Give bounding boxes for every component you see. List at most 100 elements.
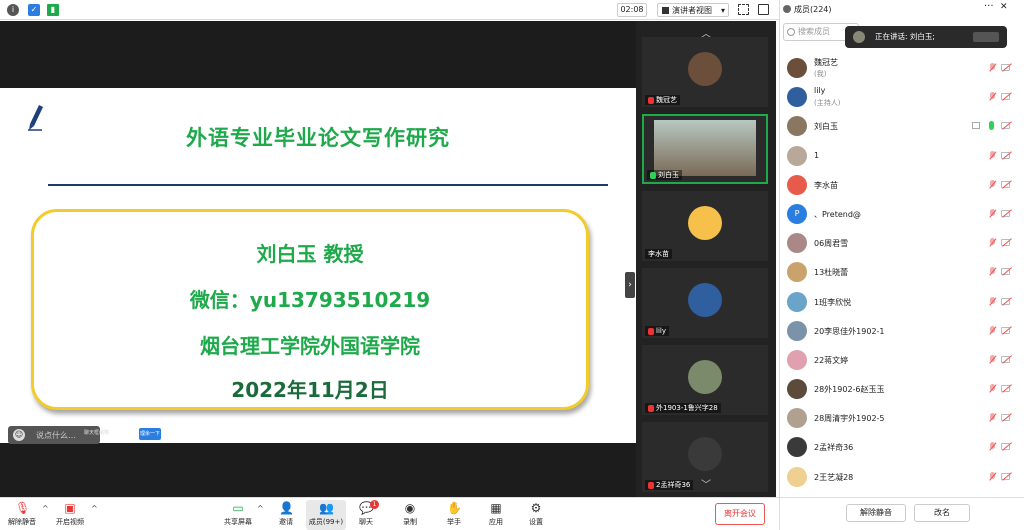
member-row[interactable]: 1 xyxy=(780,142,1024,171)
chat-badge: 1 xyxy=(370,500,379,509)
member-name: 、Pretend@ xyxy=(814,209,861,219)
member-name: lily xyxy=(814,86,826,96)
avatar xyxy=(787,262,807,283)
mic-muted-icon xyxy=(988,179,997,191)
signal-icon[interactable]: ▮ xyxy=(47,4,59,16)
mic-muted-icon xyxy=(988,150,997,162)
bottom-toolbar: 🎙 解除静音 ^ ▣ 开启视频 ^ ▭ 共享屏幕 ^ 👤 邀请 👥 成员(99+… xyxy=(0,497,779,530)
member-row[interactable]: P 、Pretend@ xyxy=(780,200,1024,229)
camera-off-icon xyxy=(1001,472,1010,480)
mic-muted-icon xyxy=(988,208,997,220)
member-row[interactable]: 06周君雪 xyxy=(780,229,1024,258)
share-screen-button[interactable]: ▭ 共享屏幕 xyxy=(218,500,258,530)
record-icon: ◉ xyxy=(404,501,416,515)
start-video-button[interactable]: ▣ 开启视频 xyxy=(50,500,90,530)
screen-share-icon xyxy=(972,122,980,130)
member-role: (主持人) xyxy=(814,99,841,108)
leave-meeting-button[interactable]: 离开会议 xyxy=(715,503,765,525)
rename-button[interactable]: 改名 xyxy=(914,504,970,522)
members-icon: 👥 xyxy=(319,501,334,515)
video-tile[interactable]: lily xyxy=(642,268,768,338)
info-icon[interactable]: i xyxy=(7,4,19,16)
share-options-caret[interactable]: ^ xyxy=(257,504,264,513)
camera-off-icon xyxy=(1001,64,1010,71)
camera-off-icon xyxy=(1001,122,1010,130)
member-row[interactable]: 2王艺凝28 xyxy=(780,463,1024,492)
avatar xyxy=(787,291,807,312)
member-row[interactable]: 1班李欣悦 xyxy=(780,288,1024,317)
member-row[interactable]: 22蒋文婷 xyxy=(780,346,1024,375)
emoji-icon[interactable]: ☺ xyxy=(13,429,25,441)
mic-muted-icon xyxy=(988,296,997,308)
settings-button[interactable]: ⚙ 设置 xyxy=(516,500,556,530)
apps-icon: ▦ xyxy=(490,501,502,515)
video-tile[interactable]: 刘白玉 xyxy=(642,114,768,184)
members-panel-footer: 解除静音 改名 xyxy=(780,497,1024,530)
member-row[interactable]: 13杜晓蕾 xyxy=(780,258,1024,287)
member-row[interactable]: 20李思佳外1902-1 xyxy=(780,317,1024,346)
shield-icon[interactable]: ✓ xyxy=(28,4,40,16)
audio-options-caret[interactable]: ^ xyxy=(42,504,49,513)
avatar xyxy=(688,52,722,86)
unmute-all-button[interactable]: 解除静音 xyxy=(846,504,906,522)
top-bar: i ✓ ▮ 02:08 演讲者视图 xyxy=(0,0,779,20)
mic-muted-icon xyxy=(988,354,997,366)
layout-icon[interactable] xyxy=(758,4,769,15)
camera-off-icon xyxy=(1001,180,1010,188)
member-row[interactable]: 28周清宇外1902-5 xyxy=(780,404,1024,433)
video-tile[interactable]: 李水苗 xyxy=(642,191,768,261)
member-name: 2孟祥奇36 xyxy=(814,443,854,453)
slide-date: 2022年11月2日 xyxy=(231,378,389,402)
member-row[interactable]: 刘白玉 xyxy=(780,112,1024,141)
avatar: P xyxy=(787,203,807,224)
camera-off-icon xyxy=(1001,355,1010,363)
video-tile[interactable]: 魏冠艺 xyxy=(642,37,768,107)
chat-quick-button[interactable]: 理余一下 xyxy=(139,428,161,440)
mic-muted-icon xyxy=(648,404,654,412)
member-row[interactable]: 魏冠艺 (我) xyxy=(780,54,1024,83)
view-mode-dropdown[interactable]: 演讲者视图 xyxy=(657,3,729,18)
mic-muted-icon xyxy=(648,327,654,335)
avatar xyxy=(787,145,807,166)
speaking-indicator: 正在讲话: 刘白玉; xyxy=(845,26,1007,48)
avatar xyxy=(787,408,807,429)
record-button[interactable]: ◉ 录制 xyxy=(390,500,430,530)
member-row[interactable]: 28外1902-6赵玉玉 xyxy=(780,375,1024,404)
avatar xyxy=(787,437,807,458)
mic-muted-icon xyxy=(988,471,997,483)
speaker-avatar xyxy=(853,31,865,43)
slide-divider xyxy=(48,184,608,186)
fullscreen-icon[interactable] xyxy=(738,4,749,15)
invite-button[interactable]: 👤 邀请 xyxy=(266,500,306,530)
member-row[interactable]: 2孟祥奇36 xyxy=(780,433,1024,462)
avatar xyxy=(787,87,807,108)
mic-muted-icon xyxy=(988,325,997,337)
video-tile-label: 魏冠艺 xyxy=(645,95,680,105)
member-name: 1 xyxy=(814,150,820,160)
member-name: 06周君雪 xyxy=(814,239,849,249)
member-role: (我) xyxy=(814,70,827,78)
camera-off-icon xyxy=(1001,326,1010,334)
unmute-button[interactable]: 🎙 解除静音 xyxy=(2,500,42,530)
member-row[interactable]: 李水苗 xyxy=(780,171,1024,200)
more-icon[interactable]: ··· xyxy=(984,1,994,12)
collapse-strip-button[interactable]: › xyxy=(625,272,635,298)
member-name: 刘白玉 xyxy=(814,122,838,132)
apps-button[interactable]: ▦ 应用 xyxy=(476,500,516,530)
member-name: 李水苗 xyxy=(814,180,838,190)
close-icon[interactable]: ✕ xyxy=(1000,2,1008,12)
avatar xyxy=(787,379,807,400)
chat-tip: 聊天框缩略 xyxy=(84,430,110,436)
member-row[interactable]: lily (主持人) xyxy=(780,83,1024,112)
gear-icon: ⚙ xyxy=(530,501,542,515)
speaker-controls[interactable] xyxy=(973,32,999,42)
scroll-down-icon[interactable]: ﹀ xyxy=(636,476,776,491)
members-button[interactable]: 👥 成员(99+) xyxy=(306,500,346,530)
video-options-caret[interactable]: ^ xyxy=(91,504,98,513)
raise-hand-button[interactable]: ✋ 举手 xyxy=(434,500,474,530)
video-tile[interactable]: 外1903-1鲁兴字28 xyxy=(642,345,768,415)
slide-title: 外语专业毕业论文写作研究 xyxy=(186,126,450,150)
video-tile-name: 李水苗 xyxy=(648,250,669,258)
chat-button[interactable]: 💬 聊天 1 xyxy=(346,500,386,530)
meeting-timer: 02:08 xyxy=(617,3,647,17)
